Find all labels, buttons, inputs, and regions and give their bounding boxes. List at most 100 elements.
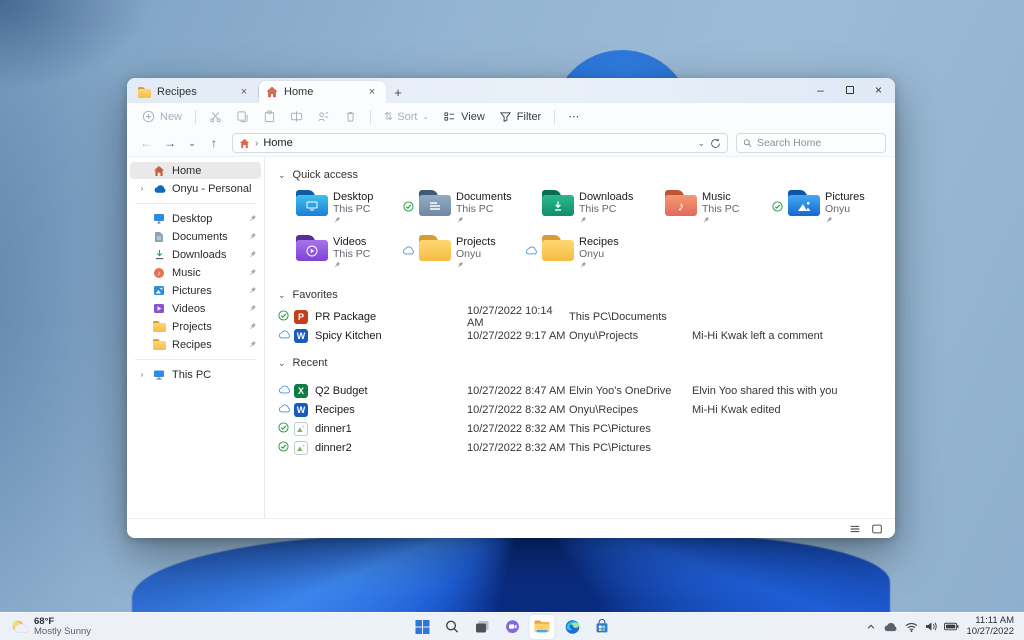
tile-pictures[interactable]: Pictures Onyu: [770, 189, 893, 229]
new-button[interactable]: New: [136, 107, 188, 126]
collapse-chevron-icon[interactable]: ⌄: [278, 290, 286, 301]
search-box[interactable]: [736, 133, 886, 153]
sidebar-item-documents[interactable]: Documents: [130, 228, 261, 245]
file-row[interactable]: dinner1 10/27/2022 8:32 AM This PC\Pictu…: [278, 419, 895, 438]
tab-close-icon[interactable]: ×: [365, 86, 379, 98]
paste-button[interactable]: [257, 107, 282, 126]
file-explorer-button[interactable]: [529, 614, 555, 639]
rename-button[interactable]: [284, 107, 309, 126]
start-button[interactable]: [410, 615, 435, 639]
tile-projects[interactable]: Projects Onyu: [401, 234, 524, 274]
filter-button[interactable]: Filter: [493, 107, 547, 126]
file-explorer-icon: [534, 620, 550, 633]
synced-icon: [403, 201, 414, 212]
close-button[interactable]: ×: [864, 78, 893, 102]
collapse-chevron-icon[interactable]: ⌄: [278, 358, 286, 369]
up-button[interactable]: ↑: [204, 136, 224, 150]
address-dropdown-icon[interactable]: ⌄: [697, 138, 705, 149]
tile-documents[interactable]: Documents This PC: [401, 189, 524, 229]
section-title: Recent: [292, 357, 328, 369]
refresh-icon[interactable]: [710, 138, 721, 149]
section-recent-header[interactable]: ⌄ Recent: [278, 353, 895, 373]
back-button[interactable]: ←: [136, 136, 156, 150]
tab-recipes[interactable]: Recipes ×: [131, 81, 258, 103]
file-row[interactable]: P PR Package 10/27/2022 10:14 AM This PC…: [278, 305, 895, 329]
sidebar-item-pictures[interactable]: Pictures: [130, 282, 261, 299]
sort-button[interactable]: ⇅ Sort ⌄: [378, 107, 435, 126]
thumbnails-view-icon[interactable]: [871, 523, 883, 535]
pin-icon: [250, 269, 256, 276]
sidebar-item-this-pc[interactable]: › This PC: [130, 366, 261, 383]
store-button[interactable]: [590, 615, 615, 639]
maximize-button[interactable]: [835, 78, 864, 102]
new-tab-button[interactable]: +: [386, 81, 410, 103]
sidebar-item-recipes[interactable]: Recipes: [130, 336, 261, 353]
breadcrumb[interactable]: Home: [263, 137, 292, 149]
sidebar-label: Recipes: [172, 338, 212, 351]
share-icon: [318, 111, 329, 122]
tab-close-icon[interactable]: ×: [237, 86, 251, 98]
search-button[interactable]: [440, 615, 465, 639]
sidebar-item-home[interactable]: Home: [130, 162, 261, 179]
edge-button[interactable]: [560, 615, 585, 639]
recent-locations-button[interactable]: ⌄: [184, 138, 200, 149]
synced-icon: [278, 421, 289, 433]
weather-widget[interactable]: 68°F Mostly Sunny: [0, 616, 200, 637]
sidebar-item-music[interactable]: ♪ Music: [130, 264, 261, 281]
chat-button[interactable]: [500, 615, 525, 639]
pc-icon: [154, 370, 164, 380]
view-button[interactable]: View: [437, 107, 491, 126]
tile-name: Pictures: [825, 191, 865, 203]
show-hidden-icons-chevron[interactable]: [866, 622, 876, 632]
tab-home[interactable]: Home ×: [259, 81, 386, 103]
file-location: This PC\Documents: [569, 310, 667, 323]
volume-icon[interactable]: [925, 621, 938, 632]
maximize-icon: [845, 86, 854, 94]
address-bar[interactable]: › Home ⌄: [232, 133, 728, 153]
section-quick-access-header[interactable]: ⌄ Quick access: [278, 165, 895, 185]
expand-chevron-icon[interactable]: ›: [138, 184, 146, 193]
file-name: Spicy Kitchen: [315, 329, 382, 342]
forward-button[interactable]: →: [160, 136, 180, 150]
search-input[interactable]: [756, 137, 879, 149]
tile-downloads[interactable]: Downloads This PC: [524, 189, 647, 229]
sidebar-item-projects[interactable]: Projects: [130, 318, 261, 335]
image-file-icon: [294, 421, 308, 436]
file-row[interactable]: W Recipes 10/27/2022 8:32 AM Onyu\Recipe…: [278, 400, 895, 419]
file-row[interactable]: X Q2 Budget 10/27/2022 8:47 AM Elvin Yoo…: [278, 381, 895, 400]
tile-desktop[interactable]: Desktop This PC: [278, 189, 401, 229]
more-options-button[interactable]: ⋯: [562, 107, 585, 126]
file-row[interactable]: dinner2 10/27/2022 8:32 AM This PC\Pictu…: [278, 438, 895, 457]
cut-button[interactable]: [203, 107, 228, 126]
tile-videos[interactable]: Videos This PC: [278, 234, 401, 274]
battery-icon[interactable]: [944, 622, 959, 631]
sidebar-item-desktop[interactable]: Desktop: [130, 210, 261, 227]
delete-button[interactable]: [338, 107, 363, 126]
expand-chevron-icon[interactable]: ›: [138, 370, 146, 379]
minimize-button[interactable]: –: [806, 78, 835, 102]
copy-icon: [237, 111, 248, 123]
folder-icon: [138, 86, 151, 98]
chevron-down-icon: ⌄: [422, 112, 430, 121]
clock[interactable]: 11:11 AM 10/27/2022: [966, 615, 1014, 637]
pin-icon: [250, 305, 256, 312]
wifi-icon[interactable]: [905, 622, 918, 632]
navigation-pane: Home › Onyu - Personal Desktop Documents: [127, 157, 265, 518]
details-view-icon[interactable]: [849, 523, 861, 535]
tile-music[interactable]: ♪ Music This PC: [647, 189, 770, 229]
task-view-button[interactable]: [470, 615, 495, 639]
onedrive-tray-icon[interactable]: [883, 622, 898, 632]
file-row[interactable]: W Spicy Kitchen 10/27/2022 9:17 AM Onyu\…: [278, 326, 895, 345]
collapse-chevron-icon[interactable]: ⌄: [278, 170, 286, 181]
tile-recipes[interactable]: Recipes Onyu: [524, 234, 647, 274]
copy-button[interactable]: [230, 107, 255, 126]
share-button[interactable]: [311, 107, 336, 126]
section-favorites-header[interactable]: ⌄ Favorites: [278, 285, 895, 305]
tab-label: Home: [284, 86, 314, 98]
sidebar-item-onedrive[interactable]: › Onyu - Personal: [130, 180, 261, 197]
tile-name: Music: [702, 191, 731, 203]
sidebar-item-videos[interactable]: Videos: [130, 300, 261, 317]
status-bar: [127, 518, 895, 538]
pin-icon: [580, 216, 586, 223]
sidebar-item-downloads[interactable]: Downloads: [130, 246, 261, 263]
